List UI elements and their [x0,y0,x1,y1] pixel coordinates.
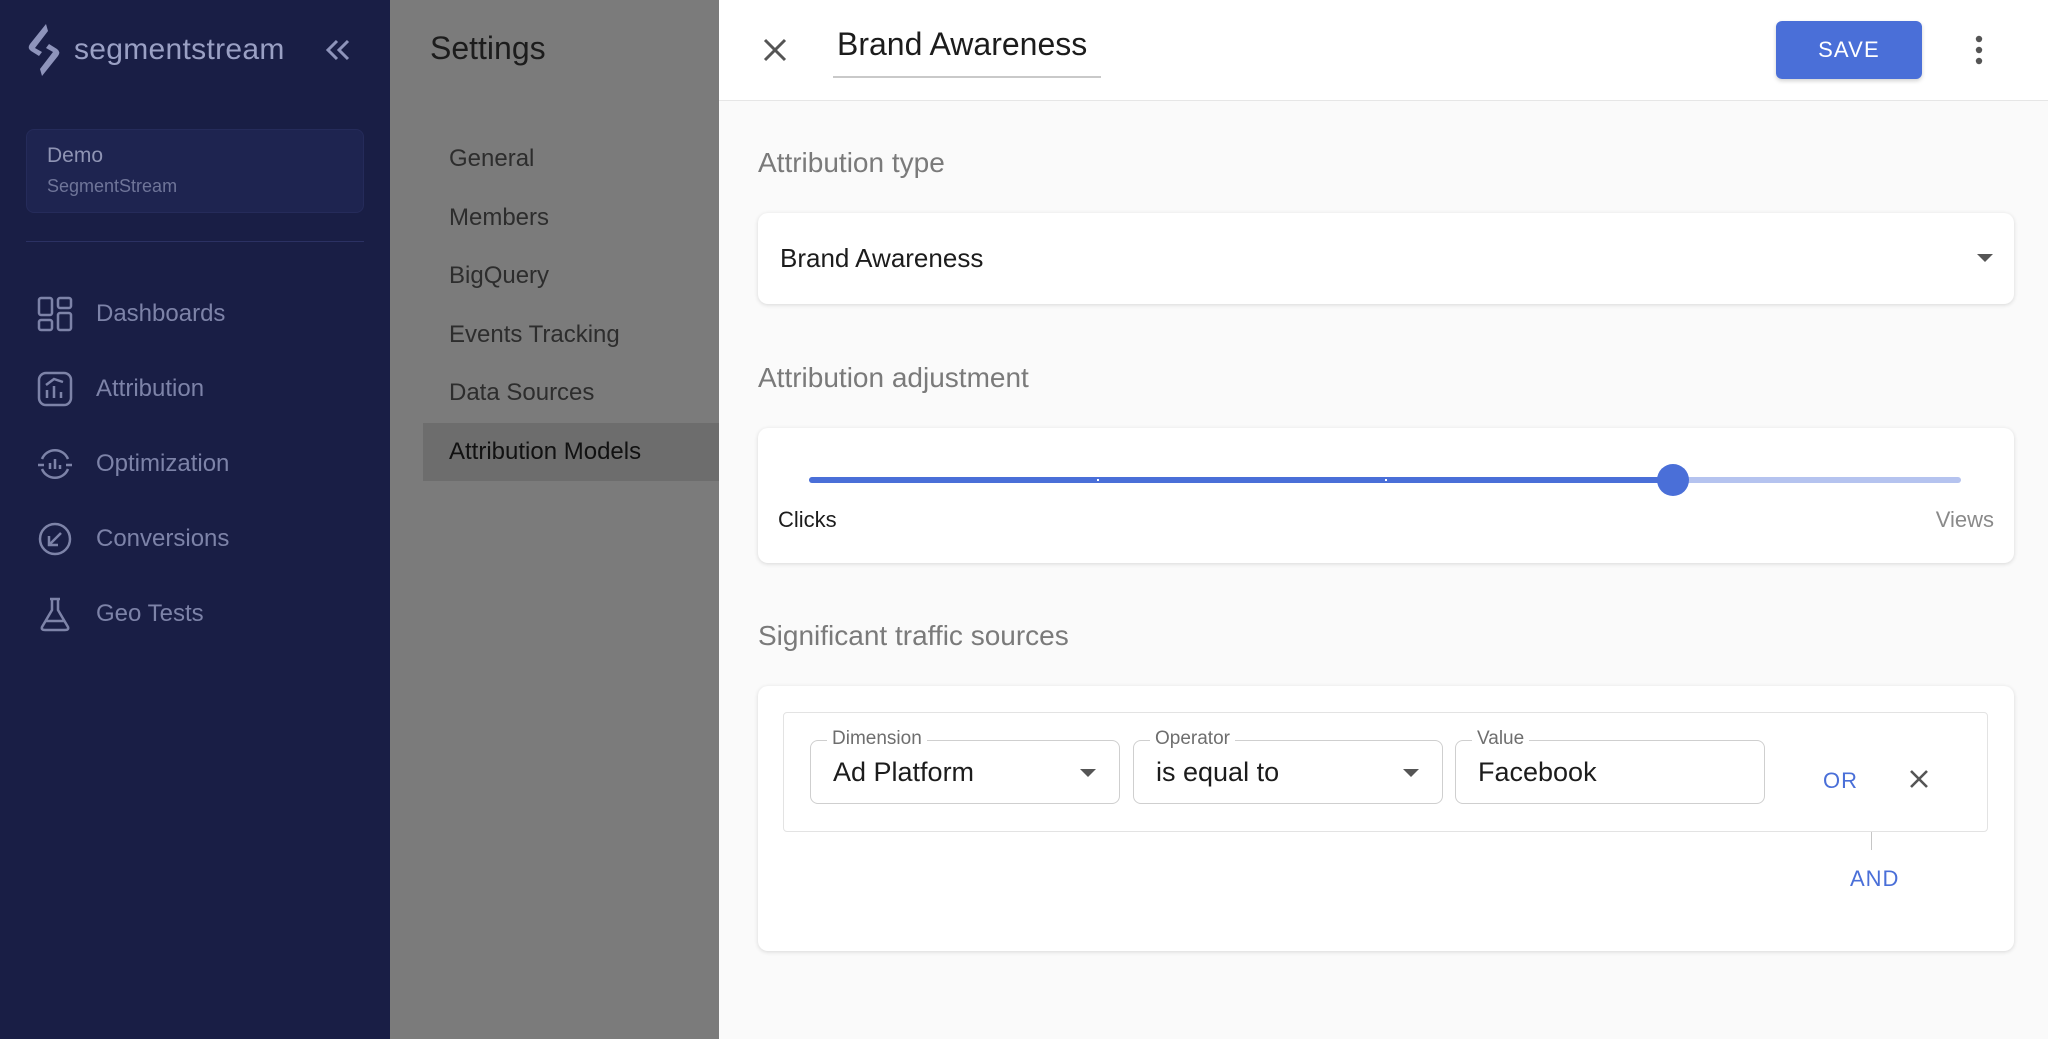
sidebar-item-label: Dashboards [96,299,226,327]
workspace-org: SegmentStream [47,176,178,196]
add-or-condition-button[interactable]: OR [1823,768,1858,794]
close-icon [1910,770,1928,788]
slider-tick [1385,479,1387,481]
settings-nav-general[interactable]: General [423,130,723,189]
logo[interactable]: segmentstream [24,22,285,78]
sidebar-item-optimization[interactable]: Optimization [36,426,229,501]
dropdown-arrow-icon [1080,769,1096,777]
traffic-sources-card: Dimension Ad Platform Operator is equal … [758,686,2014,951]
slider-thumb[interactable] [1657,464,1689,496]
save-button[interactable]: SAVE [1776,21,1922,79]
attribution-type-select[interactable]: Brand Awareness [758,213,2014,304]
dimension-select[interactable]: Dimension Ad Platform [810,728,1120,804]
traffic-sources-label: Significant traffic sources [758,620,1069,651]
value-input[interactable]: Value Facebook [1455,728,1765,804]
dropdown-arrow-icon [1403,769,1419,777]
workspace-switcher[interactable]: Demo SegmentStream [26,129,364,213]
operator-label: Operator [1150,728,1235,750]
remove-condition-button[interactable] [1901,761,1937,797]
more-vertical-icon [1975,35,1983,65]
slider-tick [1097,479,1099,481]
settings-nav-members[interactable]: Members [423,189,723,248]
double-chevron-left-icon [325,39,350,61]
attribution-type-label: Attribution type [758,147,945,178]
attribution-icon [37,371,73,406]
operator-select[interactable]: Operator is equal to [1133,728,1443,804]
add-and-condition-button[interactable]: AND [1850,866,1899,892]
sidebar-item-geo-tests[interactable]: Geo Tests [36,576,229,651]
sidebar-item-label: Optimization [96,449,230,477]
sidebar-item-label: Geo Tests [96,599,204,627]
condition-group: Dimension Ad Platform Operator is equal … [783,712,1988,832]
flask-icon [40,597,70,631]
workspace-name: Demo [47,144,104,167]
slider-fill [809,477,1673,483]
close-drawer-button[interactable] [755,30,795,70]
close-icon [763,38,787,62]
settings-nav-attribution-models[interactable]: Attribution Models [423,422,723,481]
drawer-header: Brand Awareness SAVE [719,0,2048,101]
dimension-label: Dimension [827,728,927,750]
sidebar-item-dashboards[interactable]: Dashboards [36,276,229,351]
adjustment-slider[interactable] [809,464,1961,496]
attribution-type-value: Brand Awareness [780,243,984,273]
settings-nav: General Members BigQuery Events Tracking… [423,130,723,481]
operator-value: is equal to [1156,757,1280,787]
sidebar-item-conversions[interactable]: Conversions [36,501,229,576]
dimension-value: Ad Platform [833,757,975,787]
attribution-adjustment-card: Clicks Views [758,428,2014,563]
segmentstream-logo-icon [28,24,60,76]
logo-text: segmentstream [74,33,285,66]
settings-nav-data-sources[interactable]: Data Sources [423,364,723,423]
sidebar-item-attribution[interactable]: Attribution [36,351,229,426]
conversions-icon [38,522,72,555]
sidebar-nav: Dashboards Attribution Optimization Conv… [36,276,229,651]
dropdown-arrow-icon [1977,254,1993,262]
sidebar-item-label: Conversions [96,524,230,552]
sidebar-divider [26,241,364,242]
settings-nav-events-tracking[interactable]: Events Tracking [423,306,723,365]
sidebar-item-label: Attribution [96,374,205,402]
page-title: Settings [430,30,546,66]
attribution-adjustment-label: Attribution adjustment [758,362,1029,393]
optimization-icon [38,448,72,479]
edit-model-drawer: Brand Awareness SAVE Attribution type Br… [719,0,2048,1039]
and-connector-line [1871,832,1872,850]
model-title-input[interactable]: Brand Awareness [833,26,1101,78]
value-label: Value [1472,728,1530,750]
value-value: Facebook [1478,757,1597,787]
slider-min-label: Clicks [778,507,837,532]
collapse-sidebar-button[interactable] [320,32,356,68]
settings-nav-bigquery[interactable]: BigQuery [423,247,723,306]
more-options-button[interactable] [1965,30,1993,70]
sidebar: segmentstream Demo SegmentStream Dashboa… [0,0,390,1039]
dashboard-icon [37,296,73,331]
slider-max-label: Views [1935,507,1994,532]
